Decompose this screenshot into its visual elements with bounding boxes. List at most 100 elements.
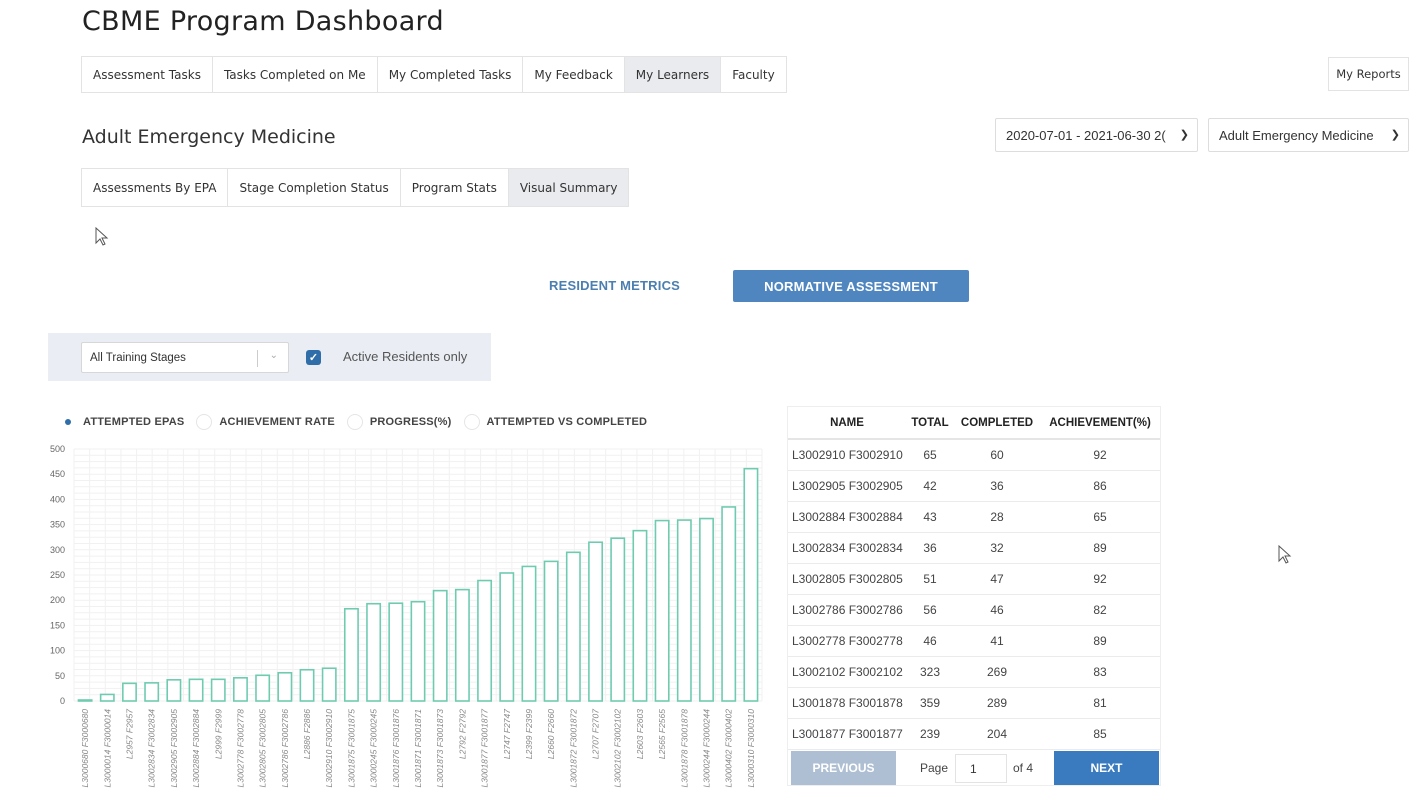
x-tick-label: L2999 F2999 <box>213 709 223 759</box>
radio-achievement-rate[interactable]: ACHIEVEMENT RATE <box>196 414 335 430</box>
chart-bar[interactable] <box>588 541 604 702</box>
cell-achievement: 86 <box>1040 470 1160 502</box>
radio-label: ACHIEVEMENT RATE <box>219 416 335 428</box>
resident-metrics-tab[interactable]: RESIDENT METRICS <box>549 278 680 293</box>
cell-achievement: 83 <box>1040 656 1160 688</box>
chart-bar[interactable] <box>521 565 537 702</box>
tab-faculty[interactable]: Faculty <box>721 57 786 92</box>
chart-bar[interactable] <box>632 529 648 702</box>
x-tick-label: L3000402 F3000402 <box>724 709 734 788</box>
y-tick-label: 0 <box>60 696 65 706</box>
chart-bar[interactable] <box>166 679 182 702</box>
tab-tasks-completed-on-me[interactable]: Tasks Completed on Me <box>213 57 378 92</box>
chart-bar[interactable] <box>255 674 271 702</box>
next-page-button[interactable]: NEXT <box>1054 751 1159 785</box>
table-row[interactable]: L3002805 F3002805 51 47 92 <box>788 563 1160 595</box>
column-header-name[interactable]: NAME <box>788 407 906 440</box>
x-tick-label: L3001873 F3001873 <box>435 709 445 788</box>
chart-bar[interactable] <box>543 560 559 702</box>
chart-bar[interactable] <box>410 600 426 702</box>
active-residents-checkbox[interactable]: ✓ <box>306 350 321 365</box>
tab-assessment-tasks[interactable]: Assessment Tasks <box>82 57 213 92</box>
subtab-visual-summary[interactable]: Visual Summary <box>508 169 629 206</box>
training-stage-select[interactable]: All Training Stages ⌄ <box>81 342 289 373</box>
chart-bar[interactable] <box>299 668 315 702</box>
page-number-input[interactable]: 1 <box>955 754 1007 783</box>
cell-total: 43 <box>906 501 954 533</box>
my-reports-button[interactable]: My Reports <box>1328 57 1409 91</box>
x-tick-label: L3000244 F3000244 <box>702 709 712 788</box>
radio-button-icon[interactable] <box>60 414 76 430</box>
main-tabs: Assessment Tasks Tasks Completed on Me My … <box>81 56 787 93</box>
chart-bar[interactable] <box>277 671 293 702</box>
x-tick-label: L3001872 F3001872 <box>568 709 578 788</box>
chart-bar[interactable] <box>188 678 204 702</box>
chart-bar[interactable] <box>321 667 337 702</box>
chart-bar[interactable] <box>366 602 382 702</box>
chart-bar[interactable] <box>721 506 737 702</box>
training-stage-value: All Training Stages <box>90 351 186 364</box>
table-row[interactable]: L3001877 F3001877 239 204 85 <box>788 718 1160 750</box>
chart-bar[interactable] <box>610 537 626 702</box>
x-tick-label: L3002910 F3002910 <box>324 709 334 788</box>
chart-bar[interactable] <box>232 677 248 702</box>
radio-button-icon[interactable] <box>463 414 480 430</box>
table-row[interactable]: L3001878 F3001878 359 289 81 <box>788 687 1160 719</box>
cell-total: 323 <box>906 656 954 688</box>
subtab-program-stats[interactable]: Program Stats <box>401 169 509 206</box>
column-header-total[interactable]: TOTAL <box>906 407 954 440</box>
table-row[interactable]: L3002910 F3002910 65 60 92 <box>788 439 1160 471</box>
y-tick-label: 150 <box>50 620 65 630</box>
chart-bar[interactable] <box>676 519 692 702</box>
chart-bar[interactable] <box>477 579 493 702</box>
cell-name: L3002834 F3002834 <box>788 532 906 564</box>
chart-bar[interactable] <box>77 699 93 702</box>
tab-my-completed-tasks[interactable]: My Completed Tasks <box>378 57 524 92</box>
chart-bar[interactable] <box>144 682 160 702</box>
chart-bar[interactable] <box>388 602 404 702</box>
radio-attempted-vs-completed[interactable]: ATTEMPTED VS COMPLETED <box>463 414 648 430</box>
chart-bar[interactable] <box>343 607 359 702</box>
program-select[interactable]: Adult Emergency Medicine ❯ <box>1208 118 1409 152</box>
table-row[interactable]: L3002834 F3002834 36 32 89 <box>788 532 1160 564</box>
subtab-stage-completion-status[interactable]: Stage Completion Status <box>228 169 401 206</box>
table-row[interactable]: L3002102 F3002102 323 269 83 <box>788 656 1160 688</box>
chart-bar[interactable] <box>432 589 448 702</box>
radio-attempted-epas[interactable]: ATTEMPTED EPAS <box>60 414 184 430</box>
column-header-achievement[interactable]: ACHIEVEMENT(%) <box>1040 407 1160 440</box>
radio-label: PROGRESS(%) <box>369 416 452 428</box>
previous-page-button[interactable]: PREVIOUS <box>791 751 896 785</box>
chart-bar[interactable] <box>499 572 515 702</box>
cell-name: L3002905 F3002905 <box>788 470 906 502</box>
table-row[interactable]: L3002786 F3002786 56 46 82 <box>788 594 1160 626</box>
date-range-select[interactable]: 2020-07-01 - 2021-06-30 2( ❯ <box>995 118 1198 152</box>
tab-my-learners[interactable]: My Learners <box>624 57 722 92</box>
radio-progress[interactable]: PROGRESS(%) <box>346 414 452 430</box>
column-header-completed[interactable]: COMPLETED <box>954 407 1040 440</box>
cell-total: 51 <box>906 563 954 595</box>
cell-name: L3002805 F3002805 <box>788 563 906 595</box>
sub-tabs: Assessments By EPA Stage Completion Statu… <box>81 168 630 207</box>
select-separator <box>257 350 258 367</box>
chart-bar[interactable] <box>565 551 581 702</box>
chart-bar[interactable] <box>699 517 714 702</box>
cell-achievement: 81 <box>1040 687 1160 719</box>
radio-button-icon[interactable] <box>196 414 213 430</box>
table-row[interactable]: L3002778 F3002778 46 41 89 <box>788 625 1160 657</box>
chart-bar[interactable] <box>210 678 226 702</box>
table-row[interactable]: L3002884 F3002884 43 28 65 <box>788 501 1160 533</box>
x-tick-label: L3000245 F3000245 <box>369 709 379 788</box>
cell-achievement: 82 <box>1040 594 1160 626</box>
chart-bar[interactable] <box>654 519 670 702</box>
table-row[interactable]: L3002905 F3002905 42 36 86 <box>788 470 1160 502</box>
y-tick-label: 200 <box>50 595 65 605</box>
chart-bar[interactable] <box>122 682 137 702</box>
chart-bar[interactable] <box>99 693 115 702</box>
normative-assessment-tab[interactable]: NORMATIVE ASSESSMENT <box>733 270 969 302</box>
chart-bar[interactable] <box>454 588 470 702</box>
radio-button-icon[interactable] <box>346 414 363 430</box>
subtab-assessments-by-epa[interactable]: Assessments By EPA <box>82 169 229 206</box>
mouse-cursor-icon <box>95 227 109 246</box>
tab-my-feedback[interactable]: My Feedback <box>523 57 625 92</box>
chart-bar[interactable] <box>743 467 759 702</box>
